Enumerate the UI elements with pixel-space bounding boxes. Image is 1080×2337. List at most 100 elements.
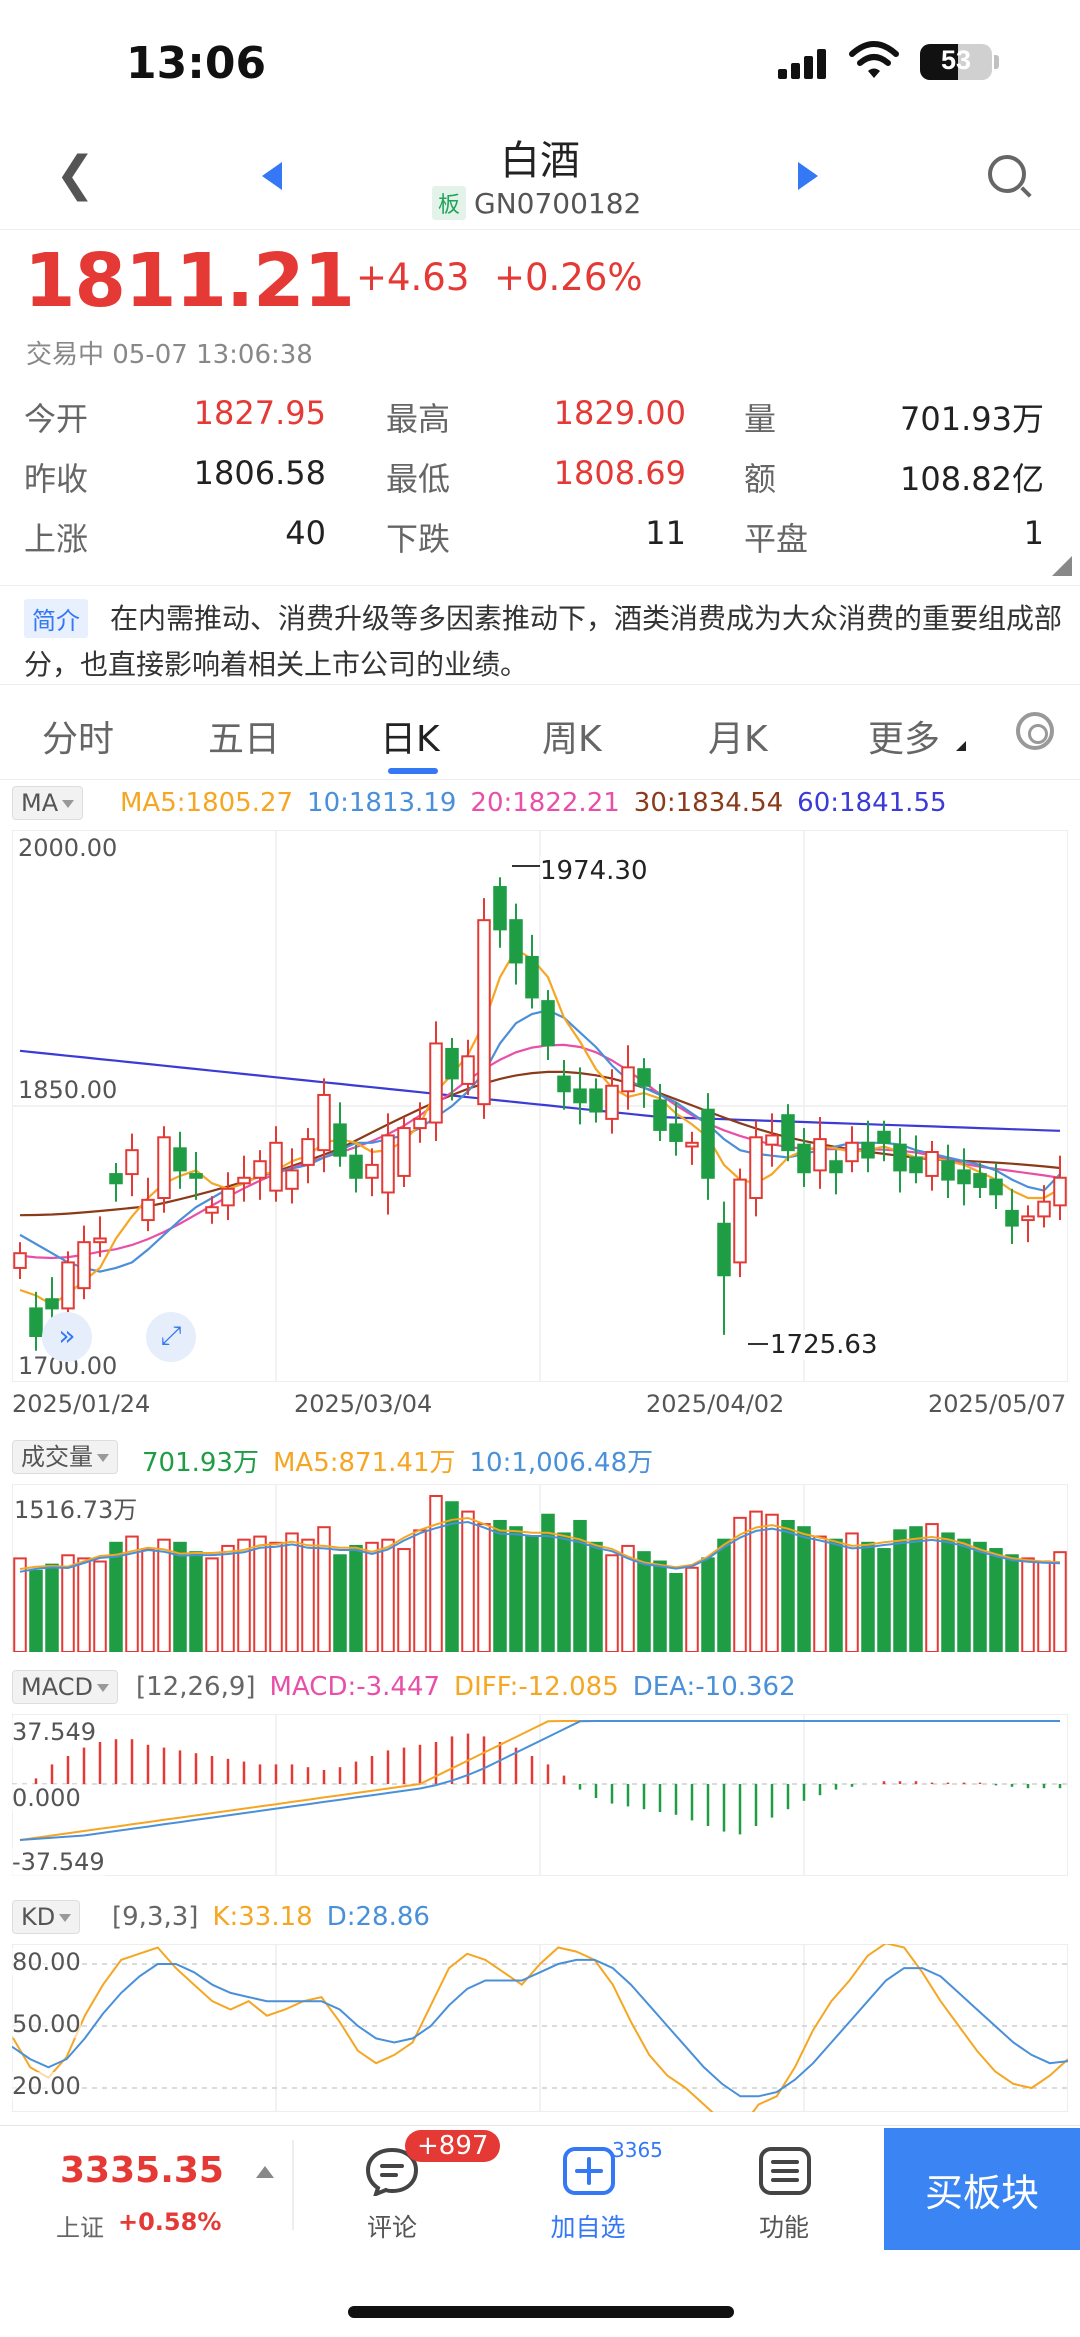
volume-bar <box>525 1535 539 1652</box>
intro-tag: 简介 <box>24 599 88 638</box>
battery-level: 53 <box>940 45 972 75</box>
stat-value: 1806.58 <box>193 454 326 492</box>
volume-bar <box>349 1544 363 1652</box>
volume-bar <box>1037 1560 1051 1652</box>
candle <box>189 1173 203 1179</box>
volume-axis-top: 1516.73万 <box>14 1490 138 1525</box>
tab-weekly-k[interactable]: 周K <box>542 710 602 762</box>
stat-value: 11 <box>645 514 686 552</box>
volume-bar <box>397 1548 411 1652</box>
tab-monthly-k[interactable]: 月K <box>708 710 768 762</box>
candle <box>669 1123 683 1142</box>
volume-bar <box>221 1544 235 1652</box>
expand-left-icon[interactable]: » <box>42 1312 92 1362</box>
volume-selector[interactable]: 成交量 <box>12 1440 118 1474</box>
add-favorite-icon[interactable] <box>562 2146 616 2196</box>
tab-more[interactable]: 更多 <box>868 710 940 762</box>
search-icon[interactable] <box>988 155 1026 193</box>
kd-selector-label: KD <box>21 1903 56 1931</box>
ma20-value: 20:1822.21 <box>470 788 620 818</box>
index-price[interactable]: 3335.35 <box>60 2150 224 2191</box>
candle <box>173 1147 187 1172</box>
candle <box>477 919 491 1106</box>
fullscreen-icon[interactable]: ⤢ <box>146 1312 196 1362</box>
date-label: 2025/05/07 <box>928 1390 1067 1418</box>
macd-selector[interactable]: MACD <box>12 1670 118 1704</box>
volume-bar <box>829 1538 843 1652</box>
candle <box>733 1178 747 1264</box>
kline-low-label: 1725.63 <box>770 1330 878 1360</box>
kd-axis-bottom: 20.00 <box>12 2072 81 2100</box>
candle <box>525 955 539 999</box>
volume-bar <box>765 1513 779 1652</box>
stat-label: 额 <box>744 460 777 498</box>
volume-bar <box>701 1557 715 1652</box>
volume-bar <box>973 1541 987 1652</box>
volume-bar <box>813 1535 827 1652</box>
volume-bar <box>589 1541 603 1652</box>
candle <box>13 1252 27 1269</box>
kline-chart[interactable] <box>12 830 1068 1382</box>
settings-icon[interactable] <box>1016 712 1054 750</box>
volume-bar <box>205 1557 219 1652</box>
volume-bar <box>365 1541 379 1652</box>
volume-bar <box>189 1551 203 1652</box>
volume-bar <box>461 1510 475 1652</box>
favorite-count: 3365 <box>612 2138 663 2162</box>
volume-chart[interactable] <box>12 1484 1068 1652</box>
stat-value: 1829.00 <box>553 394 686 432</box>
volume-bar <box>605 1554 619 1652</box>
volume-bar <box>909 1526 923 1652</box>
tab-intraday[interactable]: 分时 <box>42 710 114 762</box>
kd-chart[interactable] <box>12 1944 1068 2112</box>
volume-bar <box>477 1523 491 1652</box>
candle <box>573 1088 587 1104</box>
kd-selector[interactable]: KD <box>12 1900 81 1934</box>
tab-daily-k[interactable]: 日K <box>380 710 440 762</box>
price-change-pct: +0.26% <box>494 256 643 299</box>
volume-bar <box>333 1554 347 1652</box>
price-change: +4.63 <box>356 256 470 299</box>
tab-five-day[interactable]: 五日 <box>208 710 280 762</box>
candle <box>509 919 523 964</box>
candle <box>317 1093 331 1152</box>
date-label: 2025/01/24 <box>12 1390 151 1418</box>
volume-bar <box>93 1560 107 1652</box>
kd-legend: [9,3,3] K:33.18 D:28.86 <box>112 1902 444 1932</box>
function-icon[interactable] <box>758 2146 812 2196</box>
volume-bar <box>653 1560 667 1652</box>
macd-axis-bottom: -37.549 <box>12 1848 105 1876</box>
next-arrow-icon[interactable] <box>798 162 818 190</box>
volume-bar <box>557 1532 571 1652</box>
volume-bar <box>285 1532 299 1652</box>
nav-bar: ❮ 白酒 板 GN0700182 <box>0 120 1080 230</box>
candle <box>125 1149 139 1176</box>
candle <box>413 1117 427 1130</box>
index-expand-icon[interactable] <box>256 2166 274 2178</box>
comment-count-badge: +897 <box>405 2130 501 2162</box>
candle <box>157 1136 171 1199</box>
function-label[interactable]: 功能 <box>724 2208 844 2244</box>
candle <box>717 1222 731 1277</box>
candle <box>381 1134 395 1194</box>
macd-value: MACD:-3.447 <box>269 1672 441 1702</box>
add-favorite-label[interactable]: 加自选 <box>528 2208 648 2244</box>
ma-selector[interactable]: MA <box>12 786 84 820</box>
buy-sector-button[interactable]: 买板块 <box>884 2128 1080 2250</box>
macd-selector-label: MACD <box>21 1673 93 1701</box>
battery-tip <box>994 55 999 69</box>
volume-bar <box>61 1554 75 1652</box>
candle <box>269 1141 283 1192</box>
volume-bar <box>845 1532 859 1652</box>
status-time: 13:06 <box>126 38 267 89</box>
ma-legend: MA5:1805.27 10:1813.19 20:1822.21 30:1834.5… <box>120 788 961 818</box>
macd-chart[interactable] <box>12 1714 1068 1876</box>
volume-bar <box>1053 1551 1067 1652</box>
stat-value: 701.93万 <box>900 400 1044 438</box>
expand-corner-icon[interactable] <box>1052 556 1072 576</box>
ma30-value: 30:1834.54 <box>633 788 784 818</box>
home-indicator[interactable] <box>348 2306 734 2318</box>
kd-d: D:28.86 <box>326 1902 430 1932</box>
comment-label[interactable]: 评论 <box>332 2208 452 2244</box>
candle <box>141 1198 155 1222</box>
